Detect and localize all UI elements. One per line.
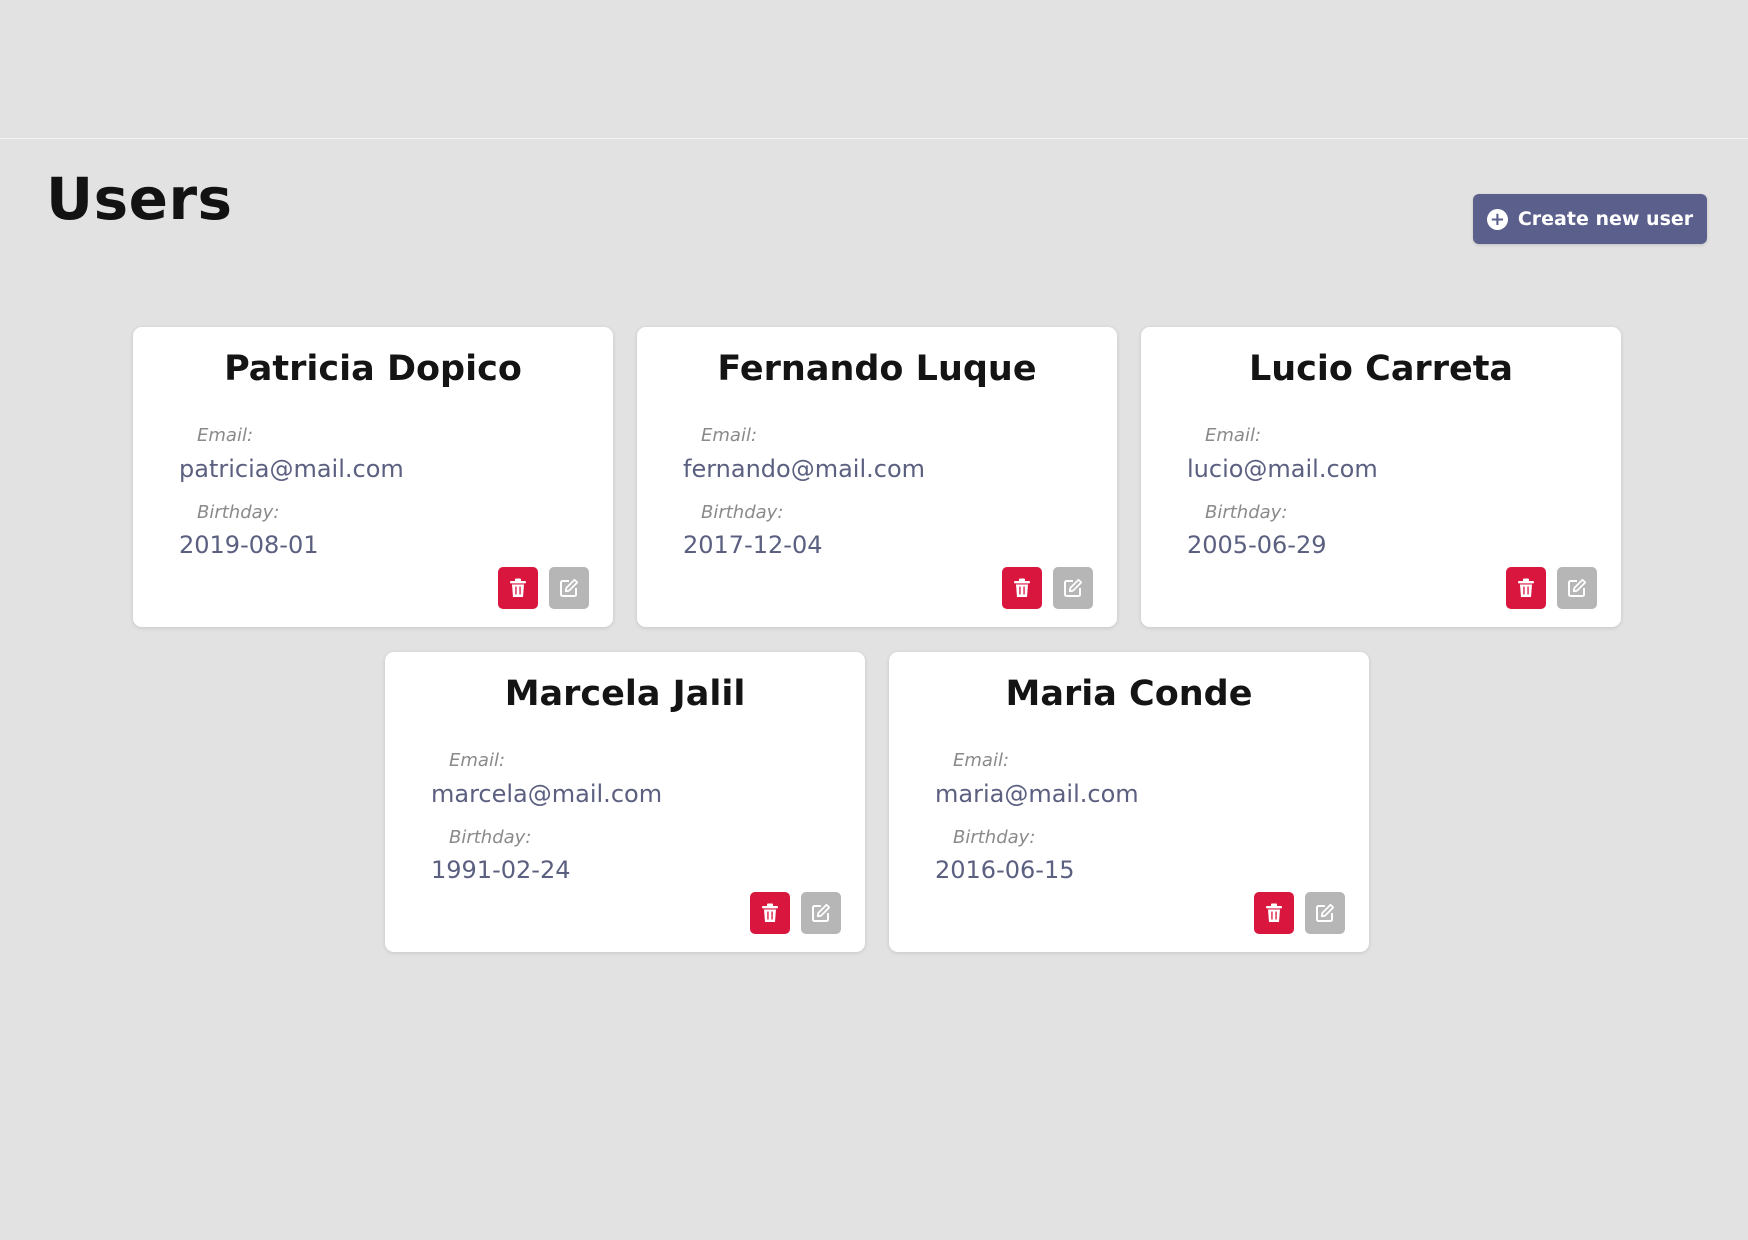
edit-user-button[interactable] — [1557, 567, 1597, 609]
delete-user-button[interactable] — [1254, 892, 1294, 934]
email-label: Email: — [197, 425, 254, 446]
email-label: Email: — [953, 750, 1010, 771]
user-email: maria@mail.com — [935, 780, 1139, 808]
create-new-user-label: Create new user — [1517, 208, 1694, 230]
email-label: Email: — [449, 750, 506, 771]
user-name: Patricia Dopico — [224, 349, 522, 389]
card-actions — [750, 892, 841, 934]
page-title: Users — [46, 165, 233, 233]
user-card: Marcela Jalil Email: marcela@mail.com Bi… — [385, 652, 865, 952]
user-birthday: 2005-06-29 — [1187, 531, 1327, 559]
edit-user-button[interactable] — [549, 567, 589, 609]
user-email: patricia@mail.com — [179, 455, 404, 483]
user-email: lucio@mail.com — [1187, 455, 1378, 483]
edit-icon — [1064, 578, 1083, 597]
delete-user-button[interactable] — [750, 892, 790, 934]
user-name: Maria Conde — [1005, 674, 1253, 714]
edit-icon — [812, 903, 831, 922]
create-new-user-button[interactable]: + Create new user — [1473, 194, 1707, 244]
card-actions — [1506, 567, 1597, 609]
user-name: Marcela Jalil — [504, 674, 746, 714]
email-label: Email: — [1205, 425, 1262, 446]
top-bar — [0, 0, 1748, 139]
user-email: fernando@mail.com — [683, 455, 926, 483]
email-label: Email: — [701, 425, 758, 446]
trash-icon — [510, 578, 526, 597]
card-actions — [1002, 567, 1093, 609]
user-card: Lucio Carreta Email: lucio@mail.com Birt… — [1141, 327, 1621, 627]
delete-user-button[interactable] — [498, 567, 538, 609]
delete-user-button[interactable] — [1506, 567, 1546, 609]
edit-icon — [1316, 903, 1335, 922]
user-birthday: 2016-06-15 — [935, 856, 1075, 884]
card-actions — [1254, 892, 1345, 934]
user-birthday: 1991-02-24 — [431, 856, 571, 884]
user-birthday: 2019-08-01 — [179, 531, 319, 559]
user-card: Fernando Luque Email: fernando@mail.com … — [637, 327, 1117, 627]
edit-user-button[interactable] — [1305, 892, 1345, 934]
trash-icon — [762, 903, 778, 922]
card-actions — [498, 567, 589, 609]
birthday-label: Birthday: — [953, 827, 1036, 848]
birthday-label: Birthday: — [701, 502, 784, 523]
user-card: Maria Conde Email: maria@mail.com Birthd… — [889, 652, 1369, 952]
trash-icon — [1014, 578, 1030, 597]
edit-user-button[interactable] — [1053, 567, 1093, 609]
user-birthday: 2017-12-04 — [683, 531, 823, 559]
trash-icon — [1518, 578, 1534, 597]
plus-circle-icon: + — [1486, 208, 1508, 230]
user-name: Fernando Luque — [717, 349, 1037, 389]
birthday-label: Birthday: — [449, 827, 532, 848]
delete-user-button[interactable] — [1002, 567, 1042, 609]
edit-user-button[interactable] — [801, 892, 841, 934]
edit-icon — [560, 578, 579, 597]
user-card: Patricia Dopico Email: patricia@mail.com… — [133, 327, 613, 627]
birthday-label: Birthday: — [197, 502, 280, 523]
user-email: marcela@mail.com — [431, 780, 663, 808]
user-name: Lucio Carreta — [1248, 349, 1514, 389]
edit-icon — [1568, 578, 1587, 597]
birthday-label: Birthday: — [1205, 502, 1288, 523]
trash-icon — [1266, 903, 1282, 922]
